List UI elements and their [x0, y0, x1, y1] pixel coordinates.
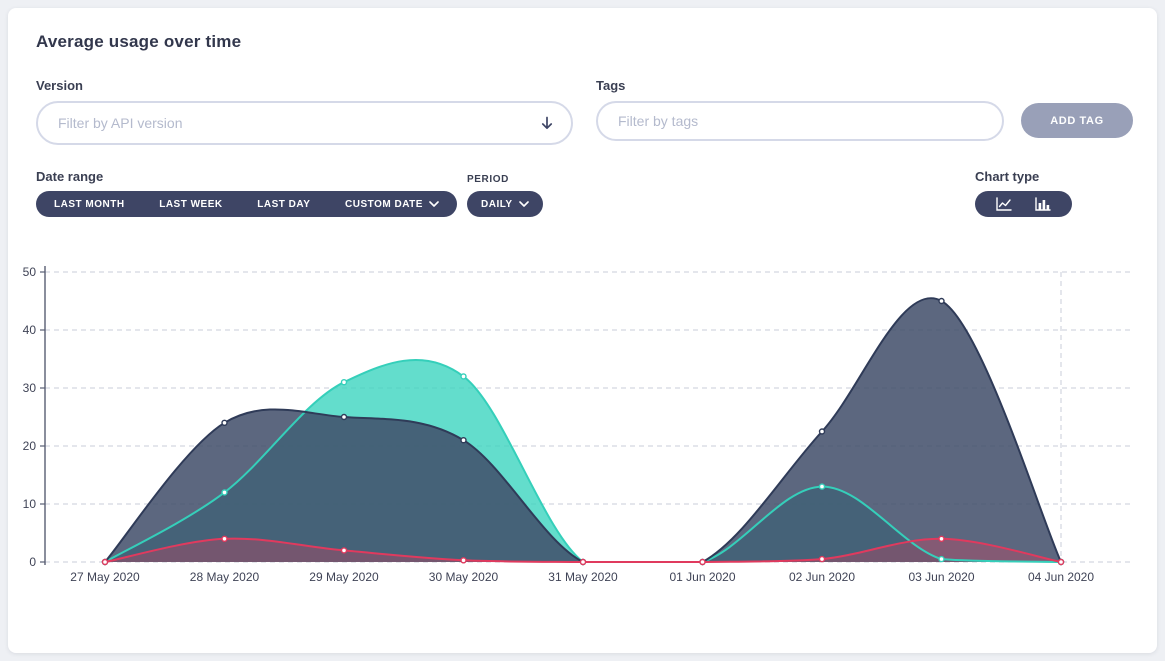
period-select[interactable]: DAILY	[467, 191, 543, 217]
date-range-selector: LAST MONTH LAST WEEK LAST DAY CUSTOM DAT…	[36, 191, 457, 217]
svg-text:29 May 2020: 29 May 2020	[309, 570, 379, 584]
add-tag-button[interactable]: ADD TAG	[1021, 103, 1133, 138]
chart-area: 0 10 20 30 40 50 27 May 2020 28 May 2020 29 May …	[16, 260, 1141, 600]
svg-text:40: 40	[23, 323, 37, 337]
chevron-down-icon	[429, 201, 439, 207]
svg-text:02 Jun 2020: 02 Jun 2020	[789, 570, 855, 584]
svg-text:30: 30	[23, 381, 37, 395]
date-option-custom-date[interactable]: CUSTOM DATE	[345, 199, 439, 210]
svg-text:31 May 2020: 31 May 2020	[548, 570, 618, 584]
line-chart-button[interactable]	[996, 191, 1012, 217]
page-title: Average usage over time	[36, 32, 241, 52]
usage-chart-canvas[interactable]: 0 10 20 30 40 50 27 May 2020 28 May 2020 29 May …	[16, 260, 1141, 600]
period-selected-value: DAILY	[481, 199, 513, 210]
svg-text:27 May 2020: 27 May 2020	[70, 570, 140, 584]
version-label: Version	[36, 78, 83, 93]
chart-type-toggle	[975, 191, 1072, 217]
svg-text:50: 50	[23, 265, 37, 279]
svg-text:20: 20	[23, 439, 37, 453]
arrow-down-icon[interactable]	[539, 115, 555, 131]
bar-chart-icon	[1035, 197, 1051, 211]
svg-text:01 Jun 2020: 01 Jun 2020	[669, 570, 735, 584]
date-option-last-week[interactable]: LAST WEEK	[159, 199, 222, 210]
version-filter-input[interactable]	[36, 101, 573, 145]
period-label: PERIOD	[467, 174, 509, 185]
tags-filter-input[interactable]	[596, 101, 1004, 141]
chart-type-label: Chart type	[975, 169, 1039, 184]
chevron-down-icon	[519, 201, 529, 207]
svg-text:04 Jun 2020: 04 Jun 2020	[1028, 570, 1094, 584]
date-range-label: Date range	[36, 169, 103, 184]
date-option-last-day[interactable]: LAST DAY	[257, 199, 310, 210]
date-option-last-month[interactable]: LAST MONTH	[54, 199, 125, 210]
svg-text:28 May 2020: 28 May 2020	[190, 570, 260, 584]
line-chart-icon	[996, 197, 1012, 211]
usage-card: Average usage over time Version Tags ADD…	[8, 8, 1157, 653]
bar-chart-button[interactable]	[1035, 191, 1051, 217]
tags-label: Tags	[596, 78, 625, 93]
svg-text:0: 0	[29, 555, 36, 569]
version-filter	[36, 101, 573, 145]
svg-text:30 May 2020: 30 May 2020	[429, 570, 499, 584]
svg-text:03 Jun 2020: 03 Jun 2020	[908, 570, 974, 584]
svg-text:10: 10	[23, 497, 37, 511]
